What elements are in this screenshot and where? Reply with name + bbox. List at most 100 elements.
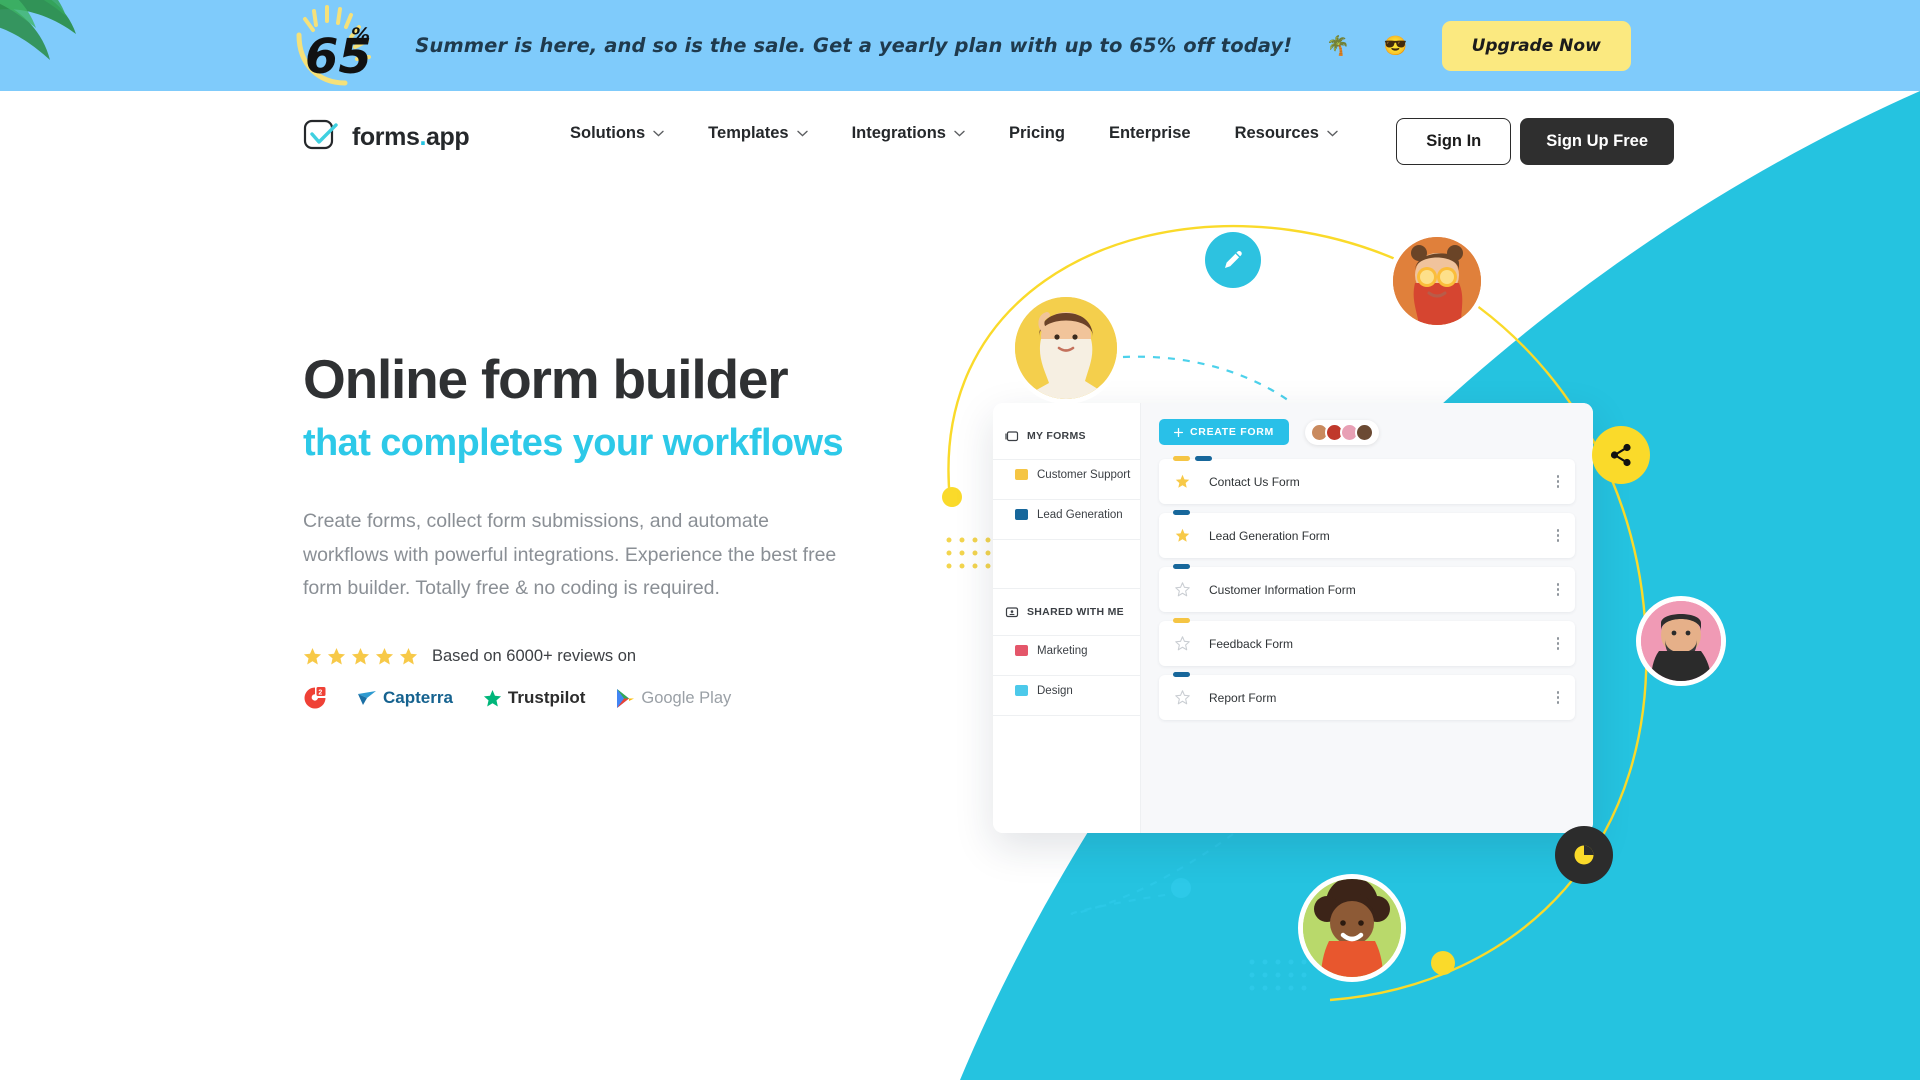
- table-row[interactable]: Contact Us Form: [1159, 456, 1575, 504]
- star-outline-icon[interactable]: [1175, 582, 1190, 597]
- app-main-panel: CREATE FORM Contact Us Form Lead Generat…: [1141, 403, 1593, 833]
- capterra-icon: [358, 691, 376, 706]
- folder-color-swatch: [1015, 645, 1028, 656]
- nav-item-resources[interactable]: Resources: [1213, 124, 1360, 143]
- pencil-icon-bubble: [1205, 232, 1261, 288]
- google-play-label: Google Play: [641, 688, 732, 707]
- nav-label: Enterprise: [1108, 124, 1191, 142]
- chevron-down-icon: [1327, 130, 1338, 137]
- palm-emoji: 🌴: [1326, 35, 1350, 57]
- table-row[interactable]: Lead Generation Form: [1159, 510, 1575, 558]
- logo-wordmark: forms.app: [352, 122, 470, 152]
- sidebar-item-lead-generation[interactable]: Lead Generation: [993, 500, 1140, 529]
- nav-actions: Sign In Sign Up Free: [1396, 118, 1674, 165]
- sidebar-item-label: Customer Support: [1037, 468, 1131, 481]
- nav-label: Solutions: [570, 124, 646, 142]
- sidebar-item-marketing[interactable]: Marketing: [993, 636, 1140, 665]
- create-form-button[interactable]: CREATE FORM: [1159, 419, 1289, 445]
- sign-up-free-button[interactable]: Sign Up Free: [1520, 118, 1674, 165]
- nav-links: Solutions Templates Integrations Pricing…: [548, 124, 1360, 143]
- sign-in-button[interactable]: Sign In: [1396, 118, 1512, 165]
- hero-section: Online form builder that completes your …: [303, 350, 923, 710]
- tag-chip: [1173, 672, 1190, 677]
- upgrade-now-button[interactable]: Upgrade Now: [1441, 20, 1631, 71]
- more-options-icon[interactable]: [1556, 475, 1559, 488]
- badge-g2[interactable]: 2: [303, 686, 327, 710]
- badge-google-play[interactable]: Google Play: [615, 688, 731, 709]
- form-tags: [1173, 510, 1190, 515]
- nav-label: Templates: [708, 124, 789, 142]
- star-icon: [351, 647, 370, 665]
- more-options-icon[interactable]: [1556, 691, 1559, 704]
- star-filled-icon[interactable]: [1175, 474, 1190, 489]
- promo-message: Summer is here, and so is the sale. Get …: [415, 34, 1293, 57]
- pie-chart-icon-bubble: [1555, 826, 1613, 884]
- collaborator-avatars[interactable]: [1304, 419, 1379, 445]
- badge-capterra[interactable]: Capterra: [357, 688, 453, 708]
- nav-item-solutions[interactable]: Solutions: [548, 124, 686, 143]
- nav-label: Pricing: [1009, 124, 1065, 142]
- table-row[interactable]: Feedback Form: [1159, 618, 1575, 666]
- more-options-icon[interactable]: [1556, 583, 1559, 596]
- rating-row: Based on 6000+ reviews on: [303, 647, 923, 666]
- folder-color-swatch: [1015, 469, 1028, 480]
- page-title: Online form builder: [303, 348, 789, 410]
- tag-chip: [1173, 618, 1190, 623]
- nav-item-enterprise[interactable]: Enterprise: [1087, 124, 1213, 143]
- shared-folder-icon: [1005, 607, 1019, 618]
- g2-icon: 2: [304, 687, 326, 709]
- star-icon: [303, 647, 322, 665]
- sidebar-item-customer-support[interactable]: Customer Support: [993, 460, 1140, 489]
- capterra-label: Capterra: [383, 688, 453, 708]
- sidebar-heading-shared-with-me: SHARED WITH ME: [993, 599, 1140, 625]
- nav-item-pricing[interactable]: Pricing: [987, 124, 1087, 143]
- tag-chip: [1195, 456, 1212, 461]
- folder-color-swatch: [1015, 509, 1028, 520]
- divider: [993, 588, 1140, 589]
- svg-text:2: 2: [318, 689, 322, 696]
- sun-emoji: 😎: [1383, 35, 1408, 57]
- table-row[interactable]: Customer Information Form: [1159, 564, 1575, 612]
- chevron-down-icon: [653, 130, 664, 137]
- nav-label: Integrations: [851, 124, 946, 142]
- trustpilot-label: Trustpilot: [507, 688, 586, 708]
- rating-text: Based on 6000+ reviews on: [432, 647, 637, 666]
- promo-banner: 65 % Summer is here, and so is the sale.…: [0, 0, 1920, 91]
- star-outline-icon[interactable]: [1175, 636, 1190, 651]
- form-name: Customer Information Form: [1209, 582, 1356, 597]
- review-badges: 2 Capterra Trustpilot Google Play: [303, 686, 923, 710]
- nav-item-integrations[interactable]: Integrations: [830, 124, 987, 143]
- badge-trustpilot[interactable]: Trustpilot: [483, 688, 585, 708]
- sidebar-item-label: Lead Generation: [1037, 508, 1123, 521]
- form-name: Feedback Form: [1209, 636, 1294, 651]
- folder-color-swatch: [1015, 685, 1028, 696]
- app-sidebar: MY FORMS Customer Support Lead Generatio…: [993, 403, 1141, 833]
- discount-badge: 65 %: [289, 4, 381, 87]
- form-tags: [1173, 618, 1190, 623]
- pie-chart-icon: [1574, 845, 1594, 865]
- nav-item-templates[interactable]: Templates: [686, 124, 829, 143]
- star-icon: [375, 647, 394, 665]
- star-icon: [327, 647, 346, 665]
- sidebar-item-label: Design: [1037, 684, 1073, 697]
- more-options-icon[interactable]: [1556, 529, 1559, 542]
- page-subtitle: that completes your workflows: [303, 422, 844, 465]
- palm-leaf-decoration: [0, 0, 106, 86]
- chevron-down-icon: [954, 130, 965, 137]
- create-form-label: CREATE FORM: [1190, 426, 1274, 438]
- logo-text-main: forms: [352, 122, 420, 151]
- logo-text-suffix: app: [426, 122, 470, 151]
- site-logo[interactable]: forms.app: [303, 118, 470, 156]
- star-rating: [303, 647, 418, 666]
- forms-app-logo-icon: [303, 118, 341, 156]
- more-options-icon[interactable]: [1556, 637, 1559, 650]
- tag-chip: [1173, 564, 1190, 569]
- sidebar-item-label: Marketing: [1037, 644, 1088, 657]
- star-filled-icon[interactable]: [1175, 528, 1190, 543]
- app-mockup-card: MY FORMS Customer Support Lead Generatio…: [993, 403, 1593, 833]
- sidebar-item-design[interactable]: Design: [993, 676, 1140, 705]
- folder-icon: [1005, 431, 1019, 442]
- table-row[interactable]: Report Form: [1159, 672, 1575, 720]
- star-outline-icon[interactable]: [1175, 690, 1190, 705]
- form-tags: [1173, 564, 1190, 569]
